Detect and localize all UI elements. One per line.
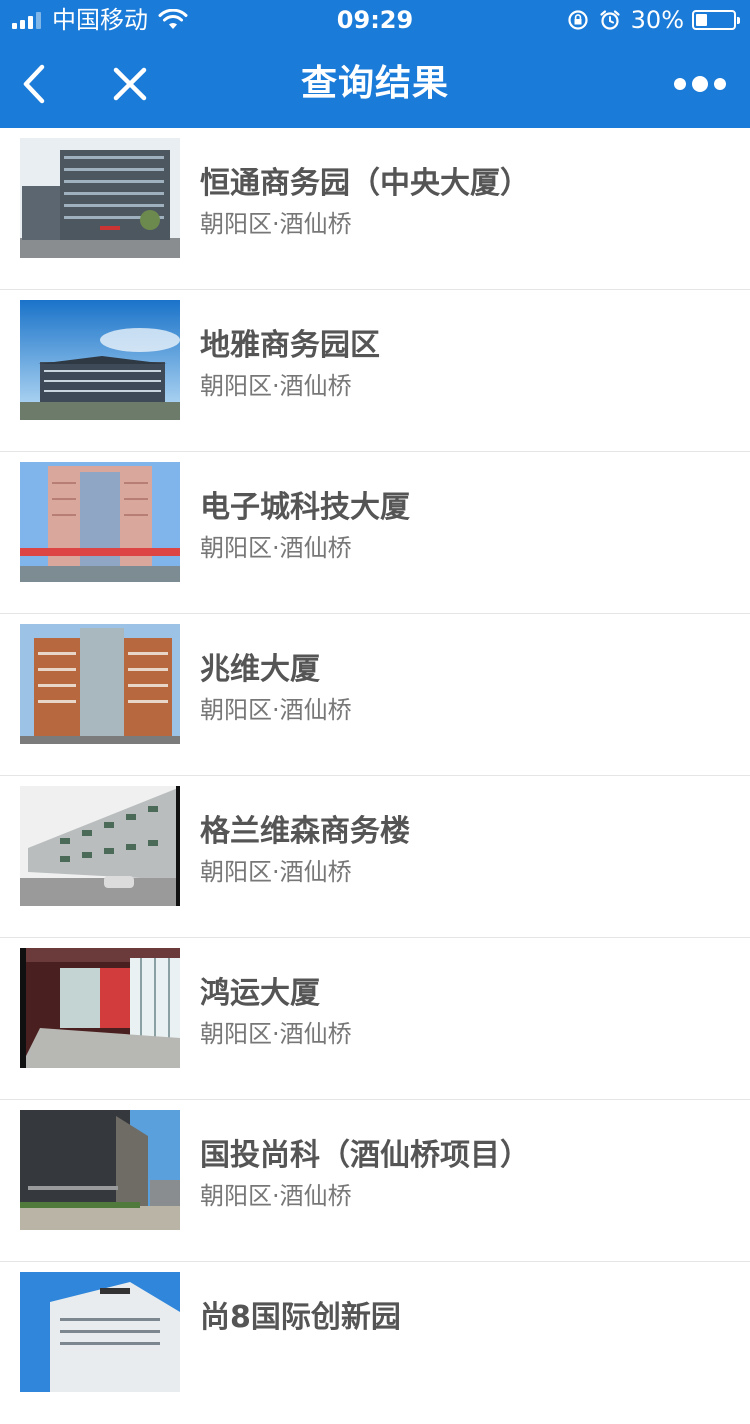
item-title: 地雅商务园区 [200, 328, 380, 363]
item-title: 恒通商务园（中央大厦） [200, 166, 530, 201]
building-photo [20, 624, 180, 744]
item-title: 兆维大厦 [200, 652, 320, 687]
item-location: 朝阳区·酒仙桥 [200, 372, 352, 400]
nav-bar: 查询结果 [0, 40, 750, 128]
building-photo [20, 948, 180, 1068]
item-title: 国投尚科（酒仙桥项目） [200, 1138, 530, 1173]
list-item[interactable]: 电子城科技大厦 朝阳区·酒仙桥 [0, 452, 750, 614]
list-item[interactable]: 格兰维森商务楼 朝阳区·酒仙桥 [0, 776, 750, 938]
item-title: 尚8国际创新园 [200, 1300, 401, 1335]
list-item[interactable]: 兆维大厦 朝阳区·酒仙桥 [0, 614, 750, 776]
building-photo [20, 462, 180, 582]
building-photo [20, 1272, 180, 1392]
item-location: 朝阳区·酒仙桥 [200, 210, 352, 238]
item-location: 朝阳区·酒仙桥 [200, 1182, 352, 1210]
building-photo [20, 1110, 180, 1230]
item-location: 朝阳区·酒仙桥 [200, 534, 352, 562]
page-title: 查询结果 [300, 63, 449, 104]
rotation-lock-icon [568, 10, 588, 30]
item-title: 格兰维森商务楼 [200, 814, 410, 849]
item-title: 鸿运大厦 [200, 976, 320, 1011]
more-dots-icon[interactable] [674, 70, 726, 98]
battery-icon [692, 10, 740, 30]
building-photo [20, 300, 180, 420]
list-item[interactable]: 尚8国际创新园 [0, 1262, 750, 1424]
status-right: 30% [567, 0, 740, 40]
item-location: 朝阳区·酒仙桥 [200, 858, 352, 886]
item-title: 电子城科技大厦 [200, 490, 410, 525]
building-photo [20, 138, 180, 258]
status-bar: 中国移动 09:29 30% [0, 0, 750, 40]
battery-percent: 30% [630, 6, 684, 34]
list-item[interactable]: 恒通商务园（中央大厦） 朝阳区·酒仙桥 [0, 128, 750, 290]
list-item[interactable]: 地雅商务园区 朝阳区·酒仙桥 [0, 290, 750, 452]
header: 中国移动 09:29 30% 查询结果 [0, 0, 750, 128]
list-item[interactable]: 鸿运大厦 朝阳区·酒仙桥 [0, 938, 750, 1100]
item-location: 朝阳区·酒仙桥 [200, 696, 352, 724]
building-photo [20, 786, 180, 906]
battery-fill [696, 14, 707, 26]
list-item[interactable]: 国投尚科（酒仙桥项目） 朝阳区·酒仙桥 [0, 1100, 750, 1262]
alarm-icon [600, 10, 620, 30]
item-location: 朝阳区·酒仙桥 [200, 1020, 352, 1048]
